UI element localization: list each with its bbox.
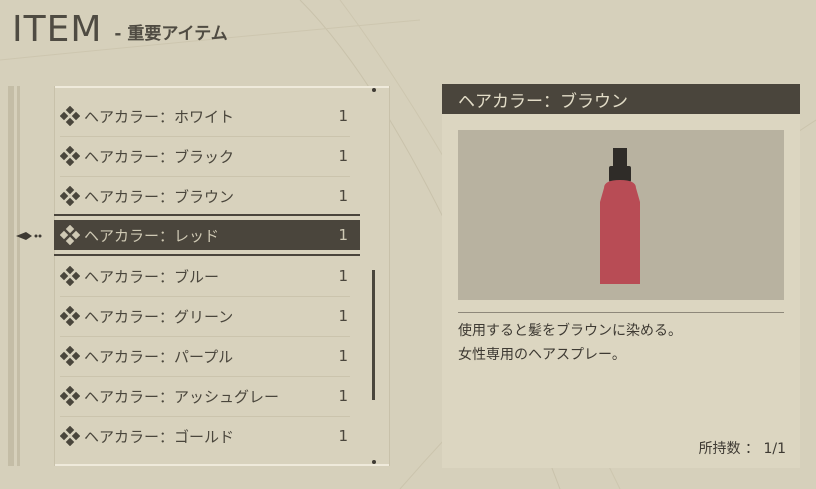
item-diamond-icon [60,106,80,126]
item-quantity: 1 [338,147,348,165]
item-quantity: 1 [338,347,348,365]
owned-count: 所持数 ： 1/1 [698,441,786,457]
item-diamond-icon [60,266,80,286]
item-label: ヘアカラー：ホワイト [84,107,235,126]
list-item[interactable]: ヘアカラー：パープル 1 [54,341,360,377]
item-quantity: 1 [338,187,348,205]
list-item[interactable]: ヘアカラー：グリーン 1 [54,301,360,337]
item-diamond-icon [60,386,80,406]
item-label: ヘアカラー：ゴールド [84,427,235,446]
item-diamond-icon [60,346,80,366]
list-item[interactable]: ヘアカラー：ホワイト 1 [54,101,360,137]
item-quantity: 1 [338,226,348,244]
list-item[interactable]: ヘアカラー：ブルー 1 [54,261,360,297]
page-subtitle: - 重要アイテム [114,24,228,44]
item-description-line: 女性専用のヘアスプレー。 [458,347,626,363]
item-diamond-icon [60,225,80,245]
list-item[interactable]: ヘアカラー：アッシュグレー 1 [54,381,360,417]
item-label: ヘアカラー：アッシュグレー [84,387,280,406]
item-label: ヘアカラー：レッド [84,226,220,245]
item-diamond-icon [60,186,80,206]
item-detail-title: ヘアカラー：ブラウン [442,84,800,114]
page-title: ITEM [12,9,103,50]
selection-frame-bottom [54,254,360,256]
spray-bottle-icon [600,148,640,284]
item-description-line: 使用すると髪をブラウンに染める。 [458,323,682,339]
list-item[interactable]: ヘアカラー：ブラック 1 [54,141,360,177]
item-quantity: 1 [338,307,348,325]
item-quantity: 1 [338,427,348,445]
item-quantity: 1 [338,107,348,125]
item-label: ヘアカラー：ブルー [84,267,220,286]
panel-corner-dot [372,88,376,92]
panel-corner-dot [372,460,376,464]
item-diamond-icon [60,426,80,446]
item-image [458,130,784,300]
item-label: ヘアカラー：ブラウン [84,187,235,206]
header: ITEM - 重要アイテム [12,6,228,50]
item-diamond-icon [60,306,80,326]
item-quantity: 1 [338,267,348,285]
item-diamond-icon [60,146,80,166]
list-scrollbar[interactable] [372,270,375,400]
detail-divider [458,312,784,313]
selection-frame-top [54,214,360,216]
item-label: ヘアカラー：ブラック [84,147,235,166]
item-quantity: 1 [338,387,348,405]
item-label: ヘアカラー：パープル [84,347,234,366]
item-label: ヘアカラー：グリーン [84,307,234,326]
list-item[interactable]: ヘアカラー：ブラウン 1 [54,181,360,211]
selection-cursor-icon [16,232,42,240]
list-item[interactable]: ヘアカラー：ゴールド 1 [54,421,360,451]
left-rail [8,86,22,466]
list-item-selected[interactable]: ヘアカラー：レッド 1 [54,220,360,250]
